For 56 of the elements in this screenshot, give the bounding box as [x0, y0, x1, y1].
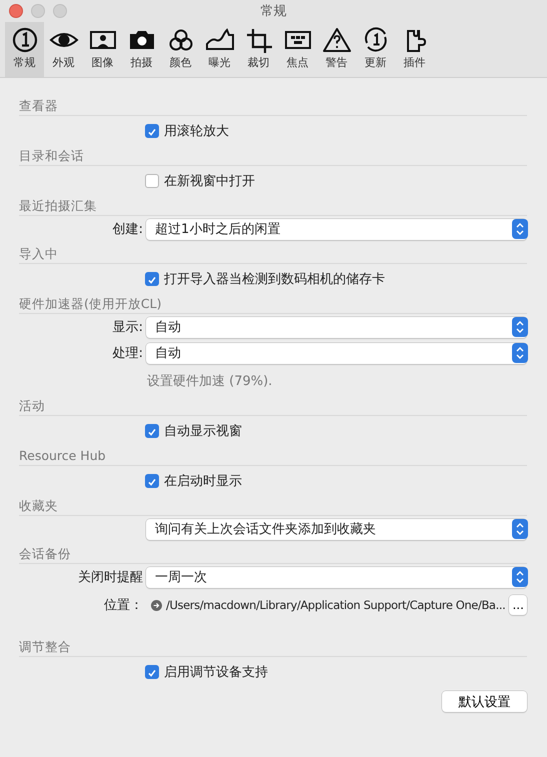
window-title: 常规: [260, 3, 288, 20]
section-heading: 收藏夹: [19, 497, 527, 516]
checkbox-label[interactable]: 在启动时显示: [164, 472, 242, 490]
toolbar-tab[interactable]: 插件: [395, 22, 434, 77]
field-label: 创建:: [112, 222, 143, 237]
dropdown[interactable]: 一周一次: [146, 566, 527, 588]
dropdown[interactable]: 自动: [146, 316, 527, 338]
toolbar-tab[interactable]: 常规: [5, 22, 44, 77]
toolbar-tab[interactable]: 颜色: [161, 22, 200, 77]
stepper-icon: [512, 317, 528, 337]
toolbar-tab[interactable]: 警告: [317, 22, 356, 77]
section-heading: 目录和会话: [19, 147, 527, 166]
close-button[interactable]: [9, 4, 23, 18]
default-settings-button[interactable]: 默认设置: [442, 691, 527, 712]
toolbar-tab[interactable]: 外观: [44, 22, 83, 77]
path-text: /Users/macdown/Library/Application Support/Capture One/Ba...: [166, 598, 506, 612]
stepper-icon: [512, 343, 528, 363]
hint-text: 设置硬件加速 (79%).: [146, 373, 272, 390]
toolbar-tab[interactable]: 更新: [356, 22, 395, 77]
toolbar-tab[interactable]: 图像: [83, 22, 122, 77]
browse-button[interactable]: ...: [509, 595, 527, 615]
section-heading: Resource Hub: [19, 447, 527, 466]
checkbox-label[interactable]: 自动显示视窗: [164, 422, 242, 440]
field-label: 位置：: [104, 598, 143, 613]
stepper-icon: [512, 567, 528, 587]
checkbox[interactable]: [145, 174, 159, 188]
dropdown[interactable]: 询问有关上次会话文件夹添加到收藏夹: [146, 518, 527, 540]
stepper-icon: [512, 219, 528, 239]
checkbox-label[interactable]: 打开导入器当检测到数码相机的储存卡: [164, 270, 385, 288]
dropdown[interactable]: 自动: [146, 342, 527, 364]
section-heading: 会话备份: [19, 545, 527, 564]
field-label: 处理:: [112, 346, 143, 361]
checkbox-label[interactable]: 在新视窗中打开: [164, 172, 255, 190]
section-heading: 硬件加速器(使用开放CL): [19, 295, 527, 314]
histogram-icon: [204, 27, 234, 53]
stepper-icon: [512, 519, 528, 539]
dropdown[interactable]: 超过1小时之后的闲置: [146, 218, 527, 240]
checkbox-label[interactable]: 用滚轮放大: [164, 122, 229, 140]
field-label: 关闭时提醒: [78, 570, 143, 585]
toolbar-tab[interactable]: 拍摄: [122, 22, 161, 77]
checkbox[interactable]: [145, 474, 159, 488]
section-heading: 最近拍摄汇集: [19, 197, 527, 216]
warning-icon: [322, 27, 352, 53]
section-heading: 活动: [19, 397, 527, 416]
section-heading: 调节整合: [19, 638, 527, 657]
toolbar-tab[interactable]: 曝光: [200, 22, 239, 77]
toolbar-tab[interactable]: 焦点: [278, 22, 317, 77]
field-label: 显示:: [112, 320, 143, 335]
checkbox[interactable]: [145, 124, 159, 138]
checkbox[interactable]: [145, 665, 159, 679]
section-heading: 查看器: [19, 97, 527, 116]
section-heading: 导入中: [19, 245, 527, 264]
checkbox-label[interactable]: 启用调节设备支持: [164, 663, 268, 681]
checkbox[interactable]: [145, 424, 159, 438]
checkbox[interactable]: [145, 272, 159, 286]
toolbar-tab[interactable]: 裁切: [239, 22, 278, 77]
